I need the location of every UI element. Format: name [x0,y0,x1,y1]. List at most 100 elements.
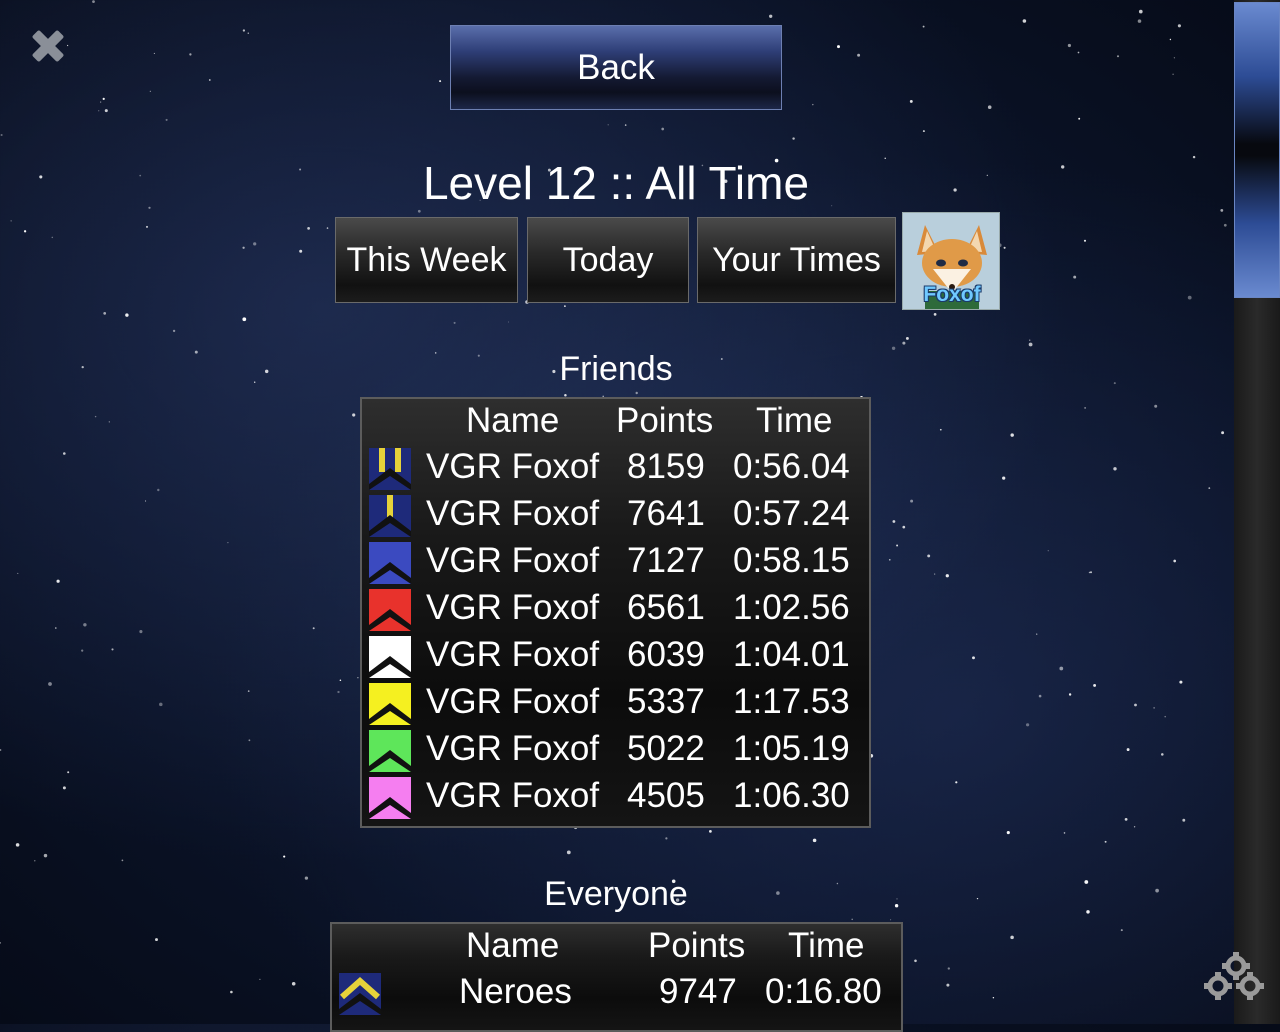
star [1025,723,1030,727]
star [417,209,421,213]
player-name: VGR Foxof [426,729,600,768]
player-points: 5337 [627,682,705,721]
scrollbar-thumb[interactable] [1234,2,1280,298]
star [1038,694,1042,698]
star [1120,929,1123,932]
player-time: 1:02.56 [733,588,850,627]
star [149,90,151,92]
star [1093,683,1097,687]
star [922,130,925,133]
star [934,573,936,575]
star [792,137,795,140]
star [139,630,143,634]
star [172,329,176,333]
column-header-time: Time [756,401,833,440]
star [1088,571,1091,574]
player-points: 4505 [627,776,705,815]
star [307,227,310,230]
star [34,860,36,862]
column-header-points: Points [616,401,714,440]
star [1010,433,1014,437]
star [945,574,949,578]
star [194,350,198,354]
star [81,649,84,652]
star [94,415,97,418]
gear-icon[interactable] [1200,950,1268,1010]
player-points: 6561 [627,588,705,627]
star [139,174,142,177]
star [439,80,442,83]
star [1073,275,1077,279]
star [910,499,914,503]
rank-badge-icon [369,589,411,631]
star [1133,826,1136,828]
star [1221,431,1225,435]
star [254,381,256,383]
column-header-points: Points [648,926,746,965]
star [635,391,638,395]
star [1208,487,1211,489]
star [902,341,906,345]
star [564,305,566,307]
tab-this-week[interactable]: This Week [335,217,518,303]
player-name: Neroes [459,972,572,1011]
everyone-section-label: Everyone [544,875,688,913]
star [922,25,925,28]
star [104,109,108,113]
close-icon[interactable] [28,26,68,66]
star [1153,707,1155,709]
player-name: VGR Foxof [426,588,600,627]
star [264,369,269,374]
star [227,541,229,544]
back-button[interactable]: Back [450,25,782,110]
star [939,428,942,431]
avatar-label: Foxof [923,283,981,306]
player-time: 1:06.30 [733,776,850,815]
star [1124,818,1128,821]
rank-badge-icon [339,973,381,1015]
player-name: VGR Foxof [426,682,600,721]
star [291,982,296,986]
star [157,488,160,492]
friends-leaderboard: Name Points Time VGR Foxof 8159 0:56.04 VGR… [360,397,871,828]
star [1090,571,1092,574]
star [607,124,609,126]
star [894,904,899,908]
star [1028,339,1031,341]
star [1104,840,1107,843]
tab-your-times[interactable]: Your Times [697,217,896,303]
avatar[interactable]: Foxof [902,212,1000,310]
tab-today[interactable]: Today [527,217,689,303]
star [67,771,70,774]
star [1169,38,1172,41]
star [1172,73,1174,76]
player-name: VGR Foxof [426,447,600,486]
star [17,572,19,574]
star [103,312,107,315]
star [145,225,149,228]
star [83,623,87,627]
star [299,249,303,253]
star [247,32,250,34]
star [1187,295,1192,300]
star [10,220,12,222]
star [946,983,950,987]
star [1134,703,1137,707]
player-points: 5022 [627,729,705,768]
star [1137,19,1142,23]
star [357,677,359,679]
star [1010,935,1014,940]
star [153,52,155,54]
star [624,124,627,126]
star [1164,715,1166,718]
star [148,206,151,209]
star [165,118,168,121]
star [927,554,931,558]
player-name: VGR Foxof [426,776,600,815]
star [0,133,3,137]
star [1161,753,1164,756]
star [837,45,840,49]
star [247,690,250,692]
star [326,227,329,229]
star [1192,155,1196,159]
